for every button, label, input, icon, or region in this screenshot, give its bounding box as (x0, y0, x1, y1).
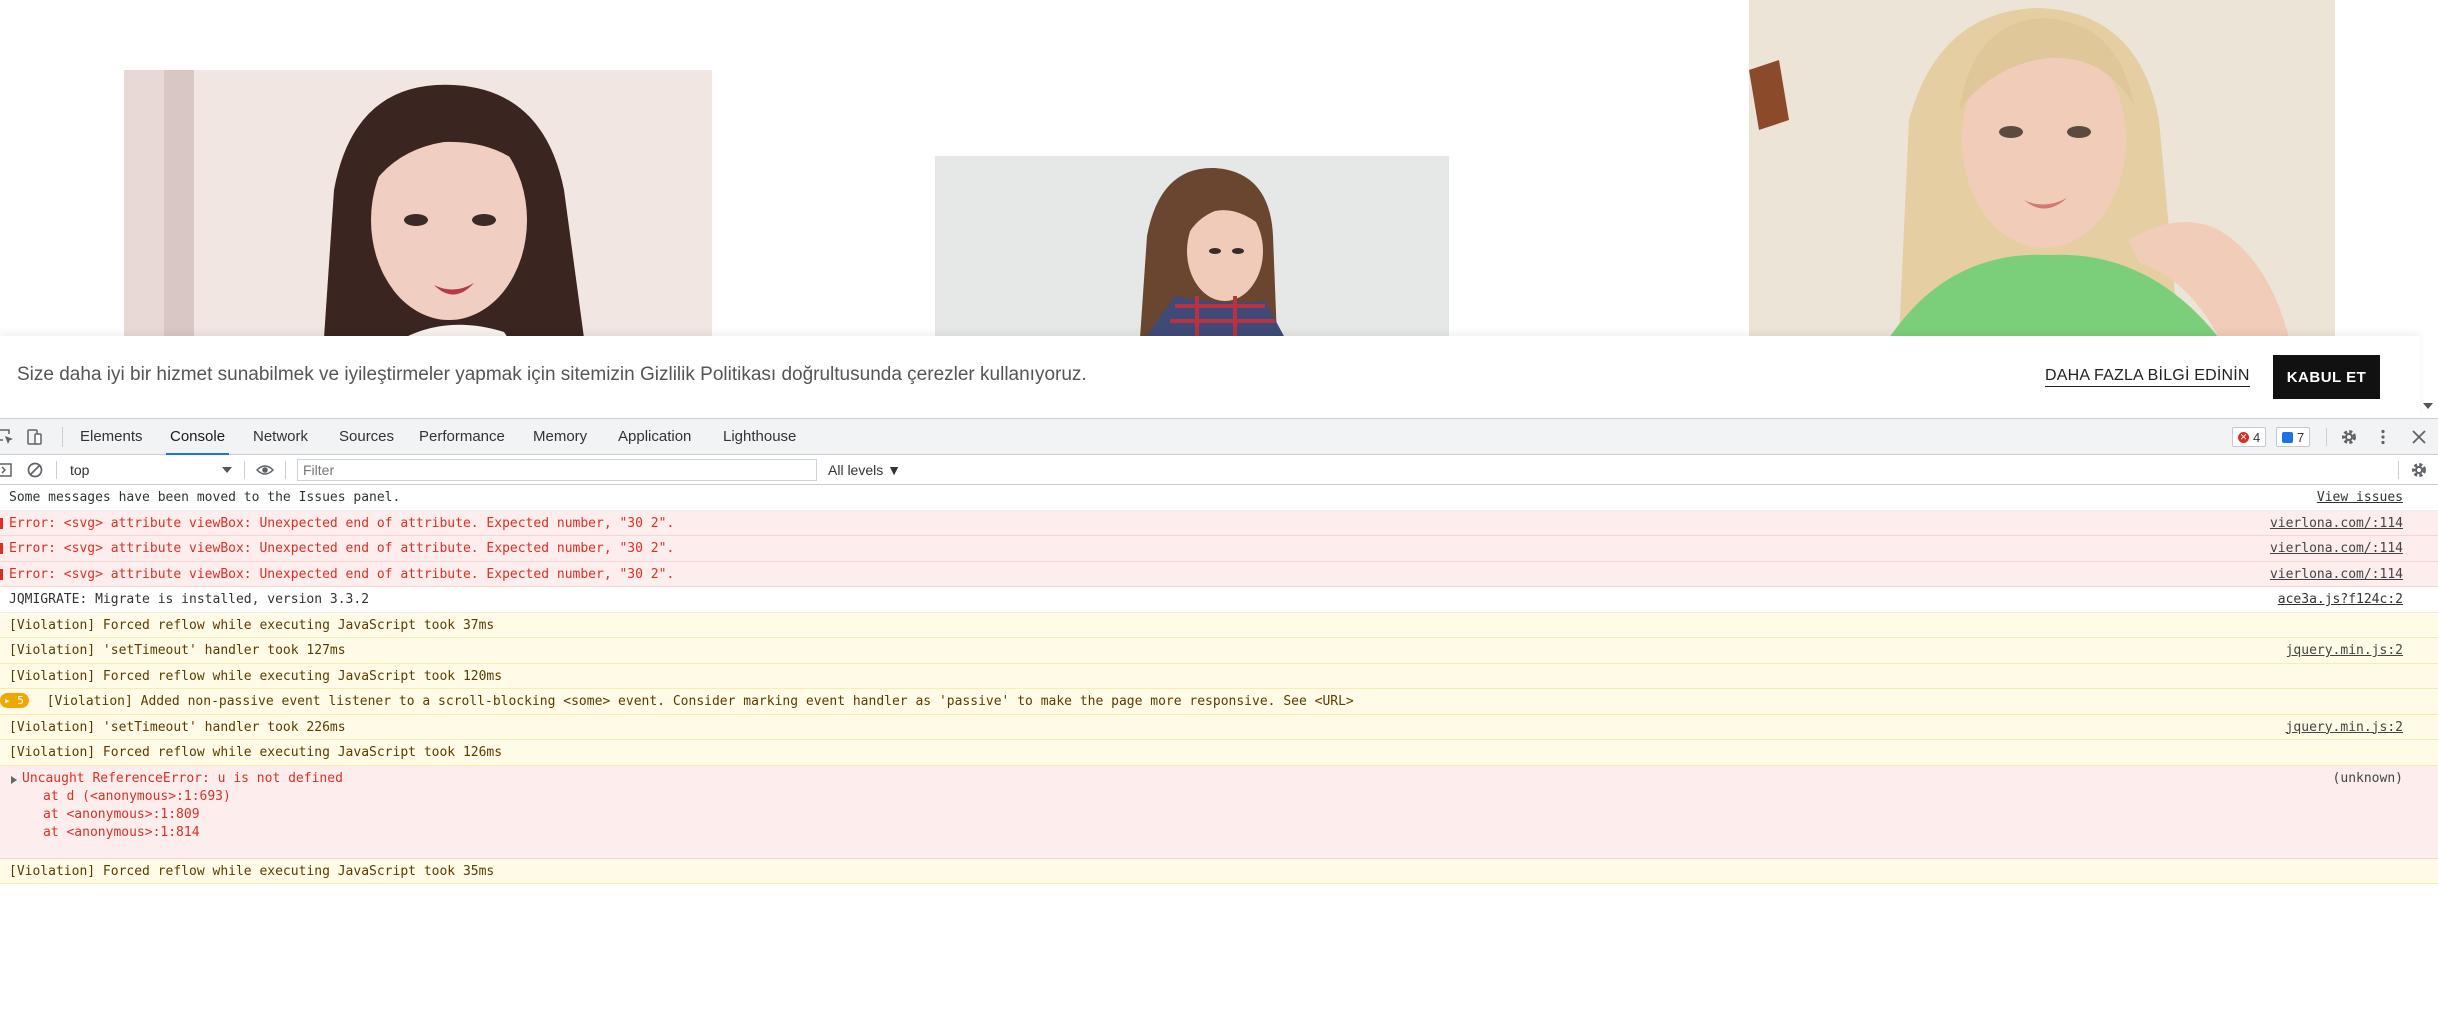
toolbar-separator (56, 461, 57, 479)
message-text: [Violation] 'setTimeout' handler took 22… (9, 719, 346, 735)
chevron-down-icon (222, 467, 232, 473)
web-page: Size daha iyi bir hizmet sunabilmek ve i… (0, 0, 2438, 418)
tab-application[interactable]: Application (614, 419, 695, 455)
tab-lighthouse[interactable]: Lighthouse (719, 419, 800, 455)
tab-elements[interactable]: Elements (76, 419, 147, 455)
product-image-3[interactable] (1749, 0, 2335, 338)
tab-network[interactable]: Network (249, 419, 312, 455)
expand-triangle-icon[interactable] (11, 775, 17, 784)
view-issues-link[interactable]: View issues (2317, 485, 2403, 510)
console-toolbar: top All levels ▼ (0, 455, 2438, 485)
stack-frame: at <anonymous>:1:814 (43, 824, 200, 840)
error-marker-icon (0, 568, 5, 580)
tab-console[interactable]: Console (166, 419, 230, 455)
cookie-consent-text: Size daha iyi bir hizmet sunabilmek ve i… (17, 364, 1087, 385)
issues-count-badge[interactable]: 7 (2276, 427, 2311, 447)
message-source-link[interactable]: ace3a.js?f124c:2 (2278, 587, 2403, 612)
error-header[interactable]: Uncaught ReferenceError: u is not define… (9, 770, 2438, 788)
message-text: Error: <svg> attribute viewBox: Unexpect… (9, 566, 675, 582)
console-message-violation: [Violation] Forced reflow while executin… (0, 740, 2438, 766)
close-devtools-icon[interactable] (2409, 427, 2429, 447)
clear-console-icon[interactable] (25, 460, 45, 480)
repeat-count-badge: ▸ 5 (0, 693, 29, 708)
accept-cookies-button[interactable]: KABUL ET (2273, 355, 2380, 399)
message-text: [Violation] 'setTimeout' handler took 12… (9, 643, 346, 658)
console-message-violation: [Violation] 'setTimeout' handler took 12… (0, 638, 2438, 664)
toolbar-separator (2398, 461, 2399, 479)
console-message-violation-group[interactable]: ▸ 5 [Violation] Added non-passive event … (0, 689, 2438, 715)
toolbar-separator (285, 461, 286, 479)
message-source-link[interactable]: vierlona.com/:114 (2270, 562, 2403, 587)
sidebar-toggle-icon[interactable] (0, 460, 14, 480)
message-source-link[interactable]: vierlona.com/:114 (2270, 511, 2403, 536)
console-message-log: JQMIGRATE: Migrate is installed, version… (0, 587, 2438, 613)
devtools-panel: Elements Console Network Sources Perform… (0, 418, 2438, 1021)
console-message-uncaught-error: Uncaught ReferenceError: u is not define… (0, 765, 2438, 859)
product-image-2[interactable] (935, 156, 1449, 338)
devtools-tabbar: Elements Console Network Sources Perform… (0, 419, 2438, 455)
learn-more-link[interactable]: DAHA FAZLA BİLGİ EDİNİN (2045, 367, 2250, 387)
toolbar-separator (244, 461, 245, 479)
message-text: [Violation] Added non-passive event list… (46, 694, 1354, 709)
console-message-error: Error: <svg> attribute viewBox: Unexpect… (0, 561, 2438, 587)
console-message-error: Error: <svg> attribute viewBox: Unexpect… (0, 536, 2438, 562)
error-count-badge[interactable]: ✕ 4 (2232, 427, 2267, 447)
message-text: [Violation] Forced reflow while executin… (9, 617, 495, 633)
cookie-consent-bar: Size daha iyi bir hizmet sunabilmek ve i… (0, 336, 2420, 418)
message-source-link[interactable]: jquery.min.js:2 (2286, 715, 2403, 740)
message-text: Some messages have been moved to the Iss… (9, 490, 401, 505)
issues-icon (2282, 431, 2293, 443)
stack-frame: at <anonymous>:1:809 (43, 806, 200, 822)
context-value: top (70, 462, 90, 478)
tabbar-separator (62, 427, 63, 447)
message-source-link[interactable]: vierlona.com/:114 (2270, 536, 2403, 561)
error-marker-icon (0, 543, 5, 554)
console-messages: Some messages have been moved to the Iss… (0, 485, 2438, 884)
message-source-link[interactable]: jquery.min.js:2 (2286, 638, 2403, 663)
settings-gear-icon[interactable] (2339, 427, 2359, 447)
message-text: [Violation] Forced reflow while executin… (9, 745, 503, 760)
tab-sources[interactable]: Sources (335, 419, 398, 455)
issues-count: 7 (2297, 429, 2305, 445)
console-settings-gear-icon[interactable] (2409, 460, 2429, 480)
console-message-info: Some messages have been moved to the Iss… (0, 485, 2438, 511)
console-message-violation: [Violation] 'setTimeout' handler took 22… (0, 714, 2438, 740)
message-text: Uncaught ReferenceError: u is not define… (22, 770, 343, 786)
console-message-error: Error: <svg> attribute viewBox: Unexpect… (0, 510, 2438, 536)
more-options-icon[interactable] (2373, 427, 2393, 447)
product-image-1[interactable] (124, 70, 712, 338)
console-filter-input[interactable] (297, 459, 817, 481)
message-text: Error: <svg> attribute viewBox: Unexpect… (9, 515, 675, 531)
tabbar-separator-right (2326, 428, 2327, 446)
inspect-element-icon[interactable] (0, 427, 16, 447)
device-toolbar-icon[interactable] (24, 427, 44, 447)
log-levels-dropdown[interactable]: All levels ▼ (828, 459, 901, 481)
error-icon: ✕ (2238, 431, 2249, 443)
context-selector[interactable]: top (64, 459, 236, 481)
message-text: [Violation] Forced reflow while executin… (9, 668, 503, 684)
live-expression-eye-icon[interactable] (255, 460, 275, 480)
error-marker-icon (0, 517, 5, 529)
console-message-violation: [Violation] Forced reflow while executin… (0, 858, 2438, 884)
console-message-violation: [Violation] Forced reflow while executin… (0, 612, 2438, 638)
console-message-violation: [Violation] Forced reflow while executin… (0, 663, 2438, 689)
scroll-down-arrow-icon[interactable] (2423, 403, 2433, 409)
message-text: JQMIGRATE: Migrate is installed, version… (9, 592, 370, 607)
tab-memory[interactable]: Memory (529, 419, 591, 455)
tab-performance[interactable]: Performance (415, 419, 509, 455)
message-text: Error: <svg> attribute viewBox: Unexpect… (9, 541, 675, 556)
error-count: 4 (2253, 429, 2261, 445)
message-text: [Violation] Forced reflow while executin… (9, 863, 495, 879)
message-source: (unknown) (2332, 770, 2403, 786)
stack-frame: at d (<anonymous>:1:693) (43, 788, 231, 804)
